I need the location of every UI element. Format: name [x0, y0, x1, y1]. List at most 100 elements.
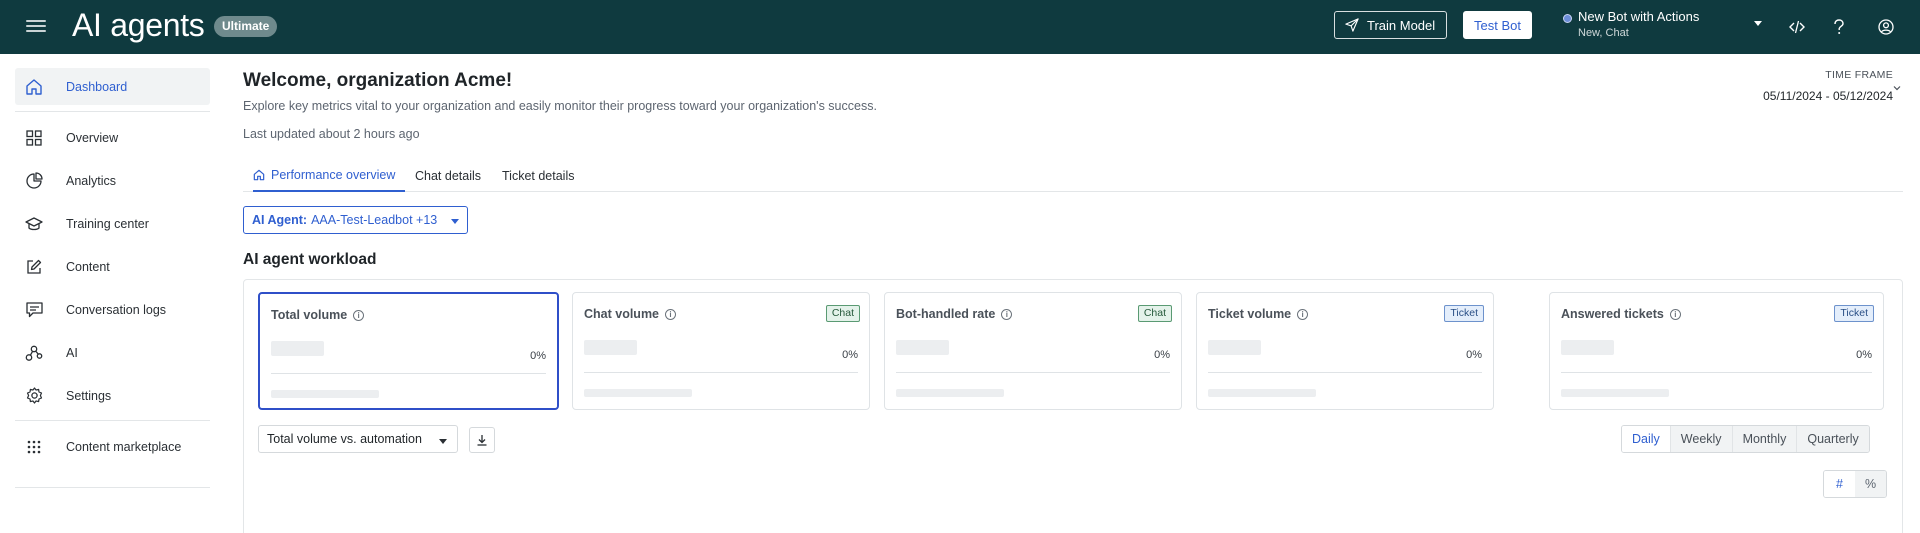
- app-title: AI agents: [72, 7, 205, 43]
- loading-skeleton: [584, 389, 692, 397]
- info-icon[interactable]: i: [665, 308, 677, 320]
- metric-card-title-text: Total volume: [271, 308, 348, 322]
- metric-card-title-text: Bot-handled rate: [896, 307, 996, 321]
- sidebar-item-ai[interactable]: AI: [15, 334, 210, 371]
- help-icon[interactable]: [1827, 15, 1851, 39]
- chat-bubble-icon: [25, 301, 43, 319]
- metric-card-percent: 0%: [842, 349, 858, 361]
- unit-count-button[interactable]: #: [1824, 471, 1855, 497]
- metric-card-divider: [1208, 372, 1482, 373]
- sidebar-item-conversation-logs[interactable]: Conversation logs: [15, 291, 210, 328]
- sidebar-item-label: Settings: [66, 388, 112, 403]
- account-icon[interactable]: [1874, 15, 1898, 39]
- bot-subtitle: New, Chat: [1578, 27, 1629, 39]
- sidebar-item-content-marketplace[interactable]: Content marketplace: [15, 428, 210, 465]
- period-weekly-button[interactable]: Weekly: [1669, 426, 1732, 452]
- tab-bar: Performance overview Chat details Ticket…: [243, 160, 1903, 192]
- loading-skeleton: [1561, 340, 1614, 355]
- ai-agent-filter-value: AAA-Test-Leadbot +13: [311, 213, 438, 227]
- metric-card-title: Answered tickets i: [1561, 307, 1681, 321]
- chevron-down-icon[interactable]: [1893, 84, 1901, 92]
- ai-agent-filter[interactable]: AI Agent: AAA-Test-Leadbot +13: [243, 206, 468, 234]
- tab-ticket-details[interactable]: Ticket details: [502, 160, 574, 192]
- home-icon: [253, 169, 265, 181]
- channel-tag: Ticket: [1444, 305, 1484, 322]
- sidebar-item-settings[interactable]: Settings: [15, 377, 210, 414]
- metric-card-answered-tickets[interactable]: Answered tickets i Ticket 0%: [1549, 292, 1884, 410]
- sidebar-divider: [15, 111, 210, 112]
- hamburger-menu-icon[interactable]: [26, 17, 46, 37]
- pie-chart-icon: [25, 172, 43, 190]
- train-model-button[interactable]: Train Model: [1334, 11, 1447, 39]
- info-icon[interactable]: i: [353, 309, 365, 321]
- info-icon[interactable]: i: [1669, 308, 1681, 320]
- channel-tag: Ticket: [1834, 305, 1874, 322]
- sidebar-item-label: Conversation logs: [66, 302, 167, 317]
- chevron-down-icon: [1754, 21, 1762, 26]
- bot-name: New Bot with Actions: [1578, 9, 1700, 24]
- metric-card-divider: [896, 372, 1170, 373]
- period-monthly-button[interactable]: Monthly: [1731, 426, 1797, 452]
- metric-comparison-select[interactable]: Total volume vs. automation: [258, 425, 458, 453]
- tab-chat-details[interactable]: Chat details: [415, 160, 481, 192]
- period-daily-button[interactable]: Daily: [1622, 426, 1670, 452]
- last-updated-text: Last updated about 2 hours ago: [243, 127, 420, 141]
- metric-card-title: Ticket volume i: [1208, 307, 1309, 321]
- metric-card-percent: 0%: [1466, 349, 1482, 361]
- loading-skeleton: [1208, 340, 1261, 355]
- tab-performance-overview[interactable]: Performance overview: [253, 160, 406, 192]
- sidebar-item-label: Overview: [66, 130, 119, 145]
- sidebar: Dashboard Overview Analytics Training ce…: [0, 54, 225, 533]
- sidebar-item-label: AI: [66, 345, 78, 360]
- paper-plane-icon: [1345, 18, 1359, 32]
- code-icon[interactable]: [1785, 15, 1809, 39]
- loading-skeleton: [271, 390, 379, 398]
- metric-card-title: Bot-handled rate i: [896, 307, 1013, 321]
- metric-card-title-text: Answered tickets: [1561, 307, 1664, 321]
- loading-skeleton: [1561, 389, 1669, 397]
- ai-agent-filter-label: AI Agent:: [252, 213, 308, 227]
- plan-badge: Ultimate: [214, 16, 278, 37]
- section-title: AI agent workload: [243, 251, 377, 268]
- bot-selector[interactable]: New Bot with Actions New, Chat: [1560, 8, 1762, 44]
- test-bot-button[interactable]: Test Bot: [1463, 11, 1532, 39]
- sidebar-item-content[interactable]: Content: [15, 248, 210, 285]
- loading-skeleton: [896, 389, 1004, 397]
- sidebar-item-dashboard[interactable]: Dashboard: [15, 68, 210, 105]
- metric-card-bot-handled-rate[interactable]: Bot-handled rate i Chat 0%: [884, 292, 1182, 410]
- metric-card-title-text: Chat volume: [584, 307, 660, 321]
- metric-card-ticket-volume[interactable]: Ticket volume i Ticket 0%: [1196, 292, 1494, 410]
- sidebar-item-overview[interactable]: Overview: [15, 119, 210, 156]
- gear-icon: [25, 387, 43, 405]
- chevron-down-icon: [439, 439, 447, 444]
- metric-card-percent: 0%: [1856, 349, 1872, 361]
- loading-skeleton: [1208, 389, 1316, 397]
- download-button[interactable]: [469, 427, 495, 453]
- grid-icon: [25, 129, 43, 147]
- time-frame-value[interactable]: 05/11/2024 - 05/12/2024: [1763, 89, 1893, 103]
- sidebar-item-analytics[interactable]: Analytics: [15, 162, 210, 199]
- metric-card-percent: 0%: [1154, 349, 1170, 361]
- unit-percent-button[interactable]: %: [1855, 471, 1886, 497]
- bot-status-icon: [1563, 14, 1572, 23]
- nodes-icon: [25, 344, 43, 362]
- info-icon[interactable]: i: [1297, 308, 1309, 320]
- period-quarterly-button[interactable]: Quarterly: [1796, 426, 1869, 452]
- sidebar-item-label: Content: [66, 259, 110, 274]
- sidebar-item-label: Analytics: [66, 173, 117, 188]
- metric-card-percent: 0%: [530, 350, 546, 362]
- edit-icon: [25, 258, 43, 276]
- period-toggle: Daily Weekly Monthly Quarterly: [1621, 425, 1870, 453]
- sidebar-item-label: Content marketplace: [66, 439, 182, 454]
- metric-card-divider: [271, 373, 546, 374]
- metric-card-title-text: Ticket volume: [1208, 307, 1292, 321]
- page-subtitle: Explore key metrics vital to your organi…: [243, 99, 877, 113]
- time-frame-label: TIME FRAME: [1825, 69, 1893, 81]
- tab-label: Performance overview: [271, 168, 396, 182]
- loading-skeleton: [271, 341, 324, 356]
- metric-card-title: Chat volume i: [584, 307, 677, 321]
- sidebar-item-training-center[interactable]: Training center: [15, 205, 210, 242]
- metric-card-total-volume[interactable]: Total volume i 0%: [258, 292, 559, 410]
- info-icon[interactable]: i: [1001, 308, 1013, 320]
- metric-card-chat-volume[interactable]: Chat volume i Chat 0%: [572, 292, 870, 410]
